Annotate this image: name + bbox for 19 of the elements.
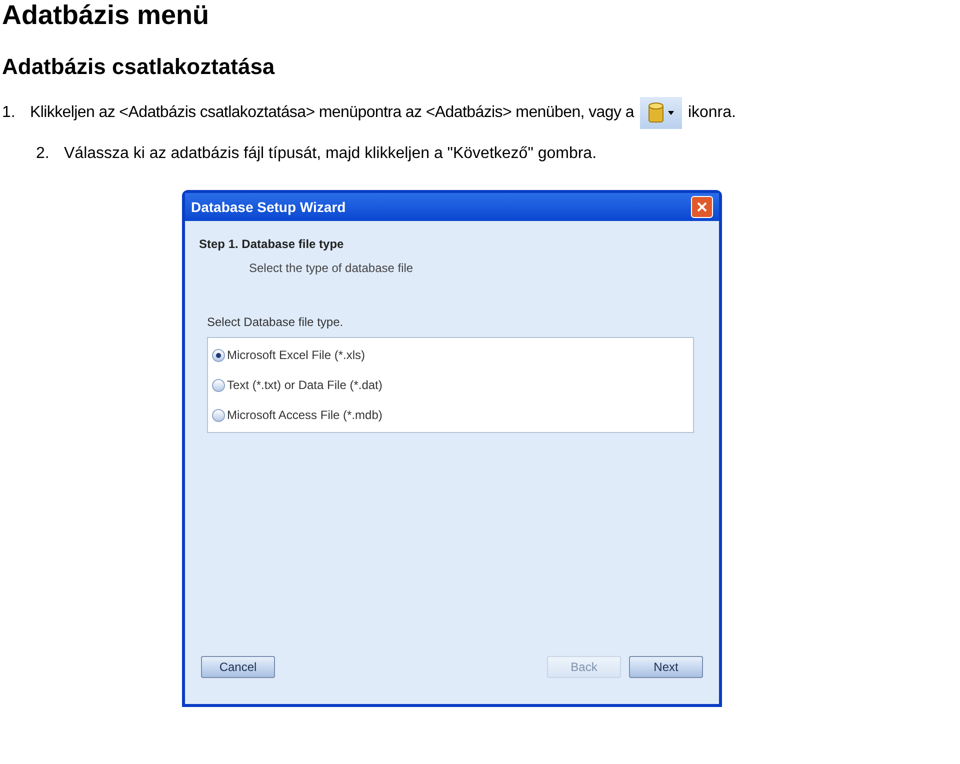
step-title: Step 1. Database file type <box>199 236 344 253</box>
database-dropdown-icon <box>640 97 682 129</box>
group-label: Select Database file type. <box>207 314 344 331</box>
step-number: 2. <box>36 144 50 164</box>
window-title: Database Setup Wizard <box>191 198 346 217</box>
file-type-radio[interactable]: Microsoft Access File (*.mdb) <box>212 406 382 424</box>
step-text: Válassza ki az adatbázis fájl típusát, majd klikkeljen a "Következő" gombra. <box>64 144 597 164</box>
step-text: Klikkeljen az <Adatbázis csatlakoztatása> menüpontra az <Adatbázis> menüben, vagy a <box>30 103 634 123</box>
page-title: Adatbázis menü <box>2 0 210 30</box>
step-number: 1. <box>2 103 16 123</box>
close-icon <box>697 202 707 212</box>
section-title: Adatbázis csatlakoztatása <box>2 54 275 80</box>
cancel-button[interactable]: Cancel <box>201 656 275 678</box>
step-subtitle: Select the type of database file <box>249 260 414 277</box>
file-type-radio[interactable]: Microsoft Excel File (*.xls) <box>212 346 366 364</box>
file-type-radio[interactable]: Text (*.txt) or Data File (*.dat) <box>212 376 382 394</box>
wizard-button[interactable]: Next <box>629 656 703 678</box>
step-text: ikonra. <box>688 103 736 123</box>
close-button[interactable] <box>691 196 713 218</box>
